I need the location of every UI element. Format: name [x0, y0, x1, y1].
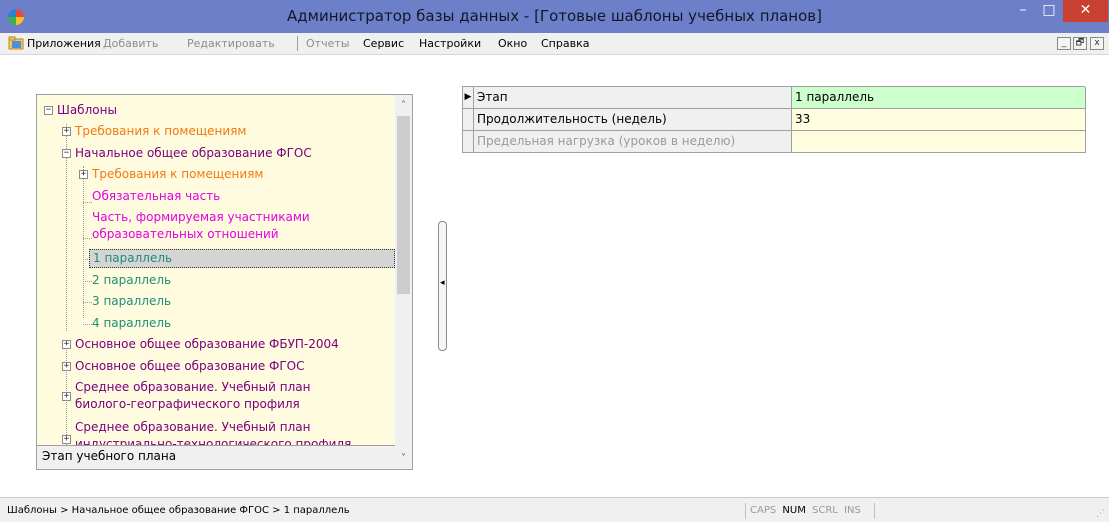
title-bar: Администратор базы данных - [Готовые шаб…: [0, 0, 1109, 33]
tree-node-participants-part-line2: образовательных отношений: [92, 227, 279, 241]
tree-node-basic-fgos[interactable]: Основное общее образование ФГОС: [75, 358, 305, 375]
row-indicator-icon: ▶: [463, 87, 474, 109]
grid-cell-value[interactable]: [792, 131, 1086, 153]
tree-node-primary-fgos[interactable]: Начальное общее образование ФГОС: [75, 145, 312, 162]
menu-item-service[interactable]: Сервис: [363, 37, 404, 50]
row-indicator: [463, 109, 474, 131]
tree-expand-icon[interactable]: +: [62, 435, 71, 444]
tree-node-participants-part[interactable]: Часть, формируемая участниками: [92, 209, 310, 226]
tree-node-room-requirements[interactable]: Требования к помещениям: [75, 123, 246, 140]
tree-scrollbar[interactable]: ˄ ˅: [395, 95, 412, 469]
tree-node-grade-3[interactable]: 3 параллель: [92, 293, 171, 310]
scrl-indicator: SCRL: [812, 505, 838, 516]
menu-item-help[interactable]: Справка: [541, 37, 589, 50]
tree-node-basic-fbup-2004[interactable]: Основное общее образование ФБУП-2004: [75, 336, 339, 353]
window-title: Администратор базы данных - [Готовые шаб…: [287, 7, 822, 25]
resize-grip-icon[interactable]: ⋰: [1096, 509, 1106, 519]
properties-grid: ▶ Этап 1 параллель Продолжительность (не…: [462, 86, 1086, 153]
tree-node-templates[interactable]: Шаблоны: [57, 102, 117, 119]
menu-item-settings[interactable]: Настройки: [419, 37, 481, 50]
menu-separator: [297, 36, 298, 51]
tree-node-secondary-bio-geo[interactable]: Среднее образование. Учебный план: [75, 379, 310, 396]
grid-row[interactable]: Продолжительность (недель) 33: [463, 109, 1086, 131]
grid-row[interactable]: Предельная нагрузка (уроков в неделю): [463, 131, 1086, 153]
tree-node-secondary-industrial-line2: индустриально-технологического профиля: [75, 437, 352, 445]
num-indicator: NUM: [782, 505, 806, 516]
tree-expand-icon[interactable]: +: [62, 340, 71, 349]
minimize-button[interactable]: –: [1010, 0, 1036, 22]
keyboard-indicators: CAPS NUM SCRL INS: [745, 503, 875, 519]
grid-cell-value[interactable]: 1 параллель: [792, 87, 1086, 109]
status-breadcrumb: Шаблоны > Начальное общее образование ФГ…: [7, 505, 350, 516]
tree-node-secondary-bio-geo-line2: биолого-географического профиля: [75, 397, 300, 411]
caps-indicator: CAPS: [750, 505, 777, 516]
menu-item-window[interactable]: Окно: [498, 37, 527, 50]
client-area: − Шаблоны + Требования к помещениям − На…: [0, 55, 1109, 497]
mdi-close-button[interactable]: x: [1090, 37, 1104, 50]
scrollbar-thumb[interactable]: [397, 116, 410, 294]
row-indicator: [463, 131, 474, 153]
grid-cell-name: Предельная нагрузка (уроков в неделю): [474, 131, 792, 153]
maximize-button[interactable]: □: [1036, 0, 1062, 22]
tree-node-grade-1[interactable]: 1 параллель: [89, 249, 395, 268]
tree-node-grade-4[interactable]: 4 параллель: [92, 315, 171, 332]
grid-cell-name: Продолжительность (недель): [474, 109, 792, 131]
grid-cell-name: Этап: [474, 87, 792, 109]
menu-item-reports[interactable]: Отчеты: [306, 37, 349, 50]
tree-expand-icon[interactable]: +: [79, 170, 88, 179]
scroll-up-icon[interactable]: ˄: [395, 97, 412, 114]
folder-icon: [8, 36, 24, 50]
ins-indicator: INS: [844, 505, 861, 516]
tree-expand-icon[interactable]: +: [62, 392, 71, 401]
close-button[interactable]: ✕: [1063, 0, 1108, 22]
mdi-minimize-button[interactable]: _: [1057, 37, 1071, 50]
tree-node-secondary-industrial[interactable]: Среднее образование. Учебный план: [75, 419, 310, 436]
scroll-down-icon[interactable]: ˅: [395, 450, 412, 467]
grid-row[interactable]: ▶ Этап 1 параллель: [463, 87, 1086, 109]
panel-splitter[interactable]: ◂: [438, 221, 447, 351]
tree-collapse-icon[interactable]: −: [44, 106, 53, 115]
tree-node-room-requirements[interactable]: Требования к помещениям: [92, 166, 263, 183]
menu-item-applications[interactable]: Приложения: [27, 37, 101, 50]
menu-item-edit[interactable]: Редактировать: [187, 37, 275, 50]
templates-tree-panel: − Шаблоны + Требования к помещениям − На…: [36, 94, 413, 470]
tree-collapse-icon[interactable]: −: [62, 149, 71, 158]
tree-node-grade-2[interactable]: 2 параллель: [92, 272, 171, 289]
tree-footer-label: Этап учебного плана: [37, 445, 395, 469]
menu-bar: Приложения Добавить Редактировать Отчеты…: [0, 33, 1109, 55]
templates-tree[interactable]: − Шаблоны + Требования к помещениям − На…: [37, 95, 395, 445]
collapse-arrow-icon[interactable]: ◂: [440, 278, 445, 288]
menu-item-add[interactable]: Добавить: [103, 37, 158, 50]
tree-node-mandatory-part[interactable]: Обязательная часть: [92, 188, 220, 205]
status-bar: Шаблоны > Начальное общее образование ФГ…: [0, 497, 1109, 522]
grid-cell-value[interactable]: 33: [792, 109, 1086, 131]
mdi-restore-button[interactable]: 🗗: [1073, 37, 1087, 50]
tree-expand-icon[interactable]: +: [62, 127, 71, 136]
tree-expand-icon[interactable]: +: [62, 362, 71, 371]
